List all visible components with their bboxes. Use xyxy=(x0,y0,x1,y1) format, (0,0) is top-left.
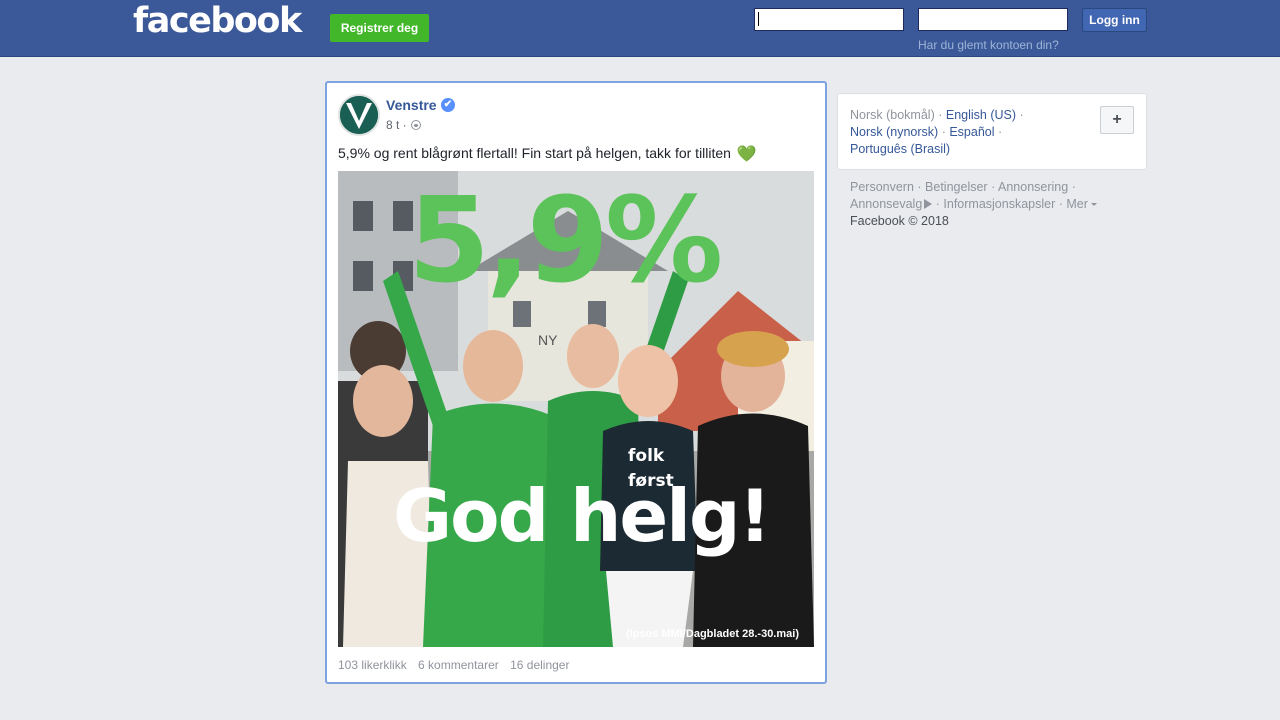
language-box: Norsk (bokmål) · English (US) · Norsk (n… xyxy=(837,93,1147,170)
post-image-graphic: NY folk først 5,9% God helg! (Ipsos MMI/… xyxy=(338,171,814,647)
caret-down-icon xyxy=(1091,203,1098,206)
post-stats: 103 likerklikk 6 kommentarer 16 delinger xyxy=(338,658,577,672)
big-number-text: 5,9% xyxy=(408,171,720,309)
footer-links: Personvern · Betingelser · Annonsering ·… xyxy=(850,179,1140,230)
email-field[interactable] xyxy=(754,8,904,31)
post-text: 5,9% og rent blågrønt flertall! Fin star… xyxy=(338,144,757,164)
language-english[interactable]: English (US) xyxy=(946,108,1016,122)
shirt-text-1: folk xyxy=(628,446,665,466)
avatar[interactable] xyxy=(338,94,380,136)
register-button[interactable]: Registrer deg xyxy=(330,14,429,42)
post-card: Venstre ✔ 8 t · 5,9% og rent blågrønt fl… xyxy=(325,81,827,684)
login-button[interactable]: Logg inn xyxy=(1082,8,1147,32)
password-field[interactable] xyxy=(918,8,1068,31)
sign-text: NY xyxy=(538,332,558,348)
footer-link-terms[interactable]: Betingelser xyxy=(925,180,988,194)
adchoices-icon xyxy=(924,199,933,209)
shares-count[interactable]: 16 delinger xyxy=(510,658,569,672)
footer-link-advertising[interactable]: Annonsering xyxy=(998,180,1068,194)
text-cursor xyxy=(758,12,759,26)
language-list: Norsk (bokmål) · English (US) · Norsk (n… xyxy=(850,108,1024,156)
likes-count[interactable]: 103 likerklikk xyxy=(338,658,407,672)
footer-link-cookies[interactable]: Informasjonskapsler xyxy=(943,197,1055,211)
image-source-text: (Ipsos MMI/Dagbladet 28.-30.mai) xyxy=(626,628,799,640)
forgot-account-link[interactable]: Har du glemt kontoen din? xyxy=(918,38,1059,52)
post-time[interactable]: 8 t · xyxy=(386,118,407,132)
green-heart-icon: 💚 xyxy=(736,146,757,163)
add-language-button[interactable]: + xyxy=(1100,106,1134,134)
venstre-logo-icon xyxy=(340,96,378,134)
footer-link-adchoices[interactable]: Annonsevalg xyxy=(850,197,922,211)
facebook-logo[interactable]: facebook xyxy=(133,1,302,41)
post-meta: 8 t · xyxy=(386,118,421,132)
post-image[interactable]: NY folk først 5,9% God helg! (Ipsos MMI/… xyxy=(338,171,814,647)
comments-count[interactable]: 6 kommentarer xyxy=(418,658,499,672)
footer-link-more[interactable]: Mer xyxy=(1066,197,1088,211)
globe-icon xyxy=(410,120,421,130)
language-spanish[interactable]: Español xyxy=(949,125,994,139)
language-current: Norsk (bokmål) xyxy=(850,108,935,122)
verified-badge-icon: ✔ xyxy=(441,98,455,112)
top-bar: facebook Registrer deg Logg inn Har du g… xyxy=(0,0,1280,57)
language-nynorsk[interactable]: Norsk (nynorsk) xyxy=(850,125,938,139)
greeting-text: God helg! xyxy=(393,474,769,558)
post-author[interactable]: Venstre xyxy=(386,97,437,113)
footer-link-privacy[interactable]: Personvern xyxy=(850,180,914,194)
copyright-text: Facebook © 2018 xyxy=(850,214,949,228)
post-text-body: 5,9% og rent blågrønt flertall! Fin star… xyxy=(338,145,731,161)
language-portuguese[interactable]: Português (Brasil) xyxy=(850,142,950,156)
